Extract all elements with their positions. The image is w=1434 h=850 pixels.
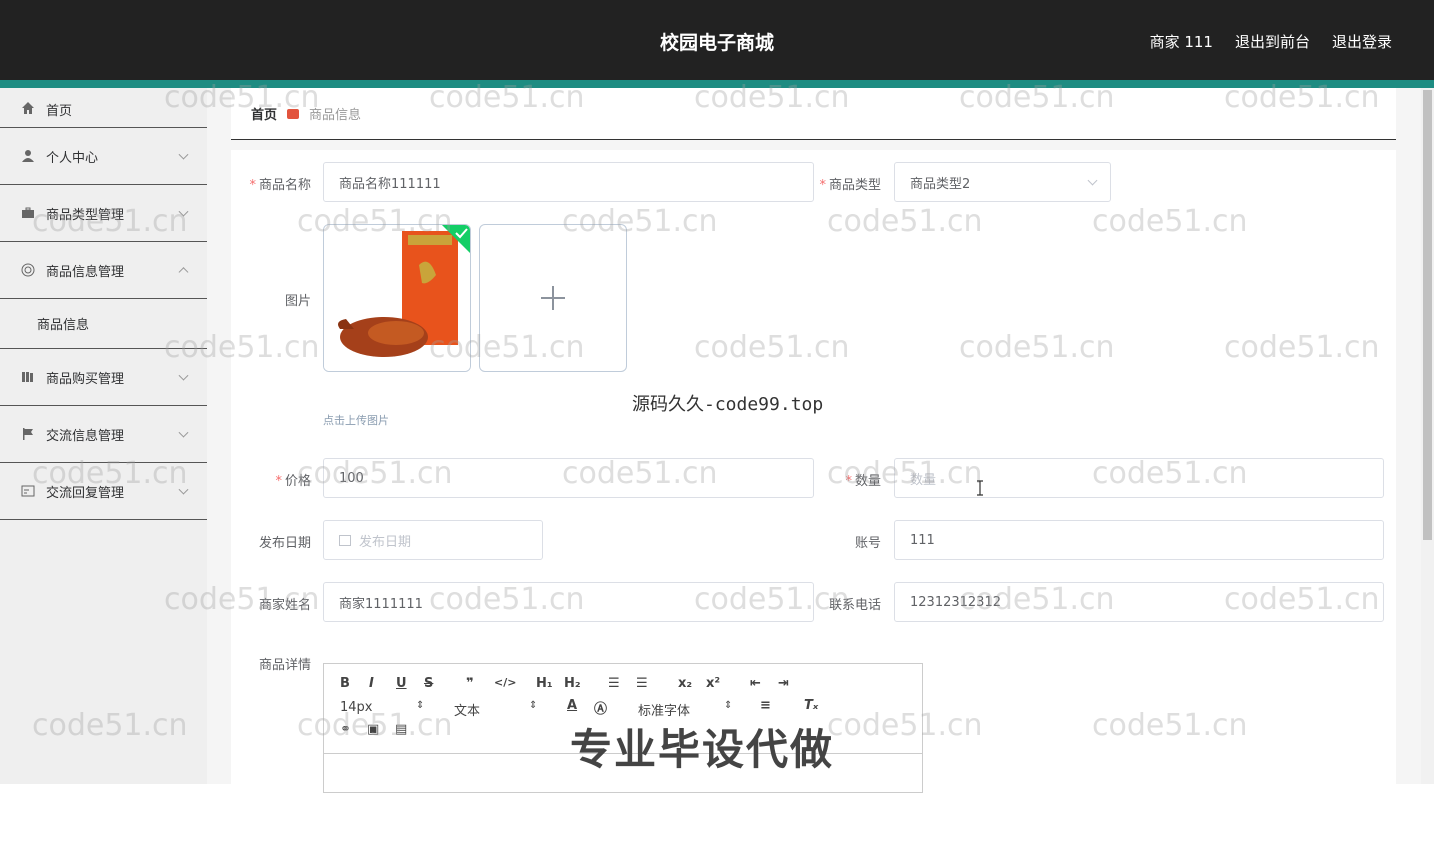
chevron-up-icon <box>178 267 189 278</box>
font-color-icon[interactable]: A <box>567 698 577 713</box>
sidebar-item-purchase-mgmt[interactable]: 商品购买管理 <box>0 349 207 406</box>
chevron-down-icon <box>178 206 189 217</box>
account-input[interactable]: 111 <box>894 520 1384 560</box>
gift-icon <box>287 108 300 119</box>
breadcrumb: 首页 商品信息 <box>231 88 1396 140</box>
sidebar-item-label: 个人中心 <box>46 150 99 166</box>
sidebar-item-label: 首页 <box>46 104 73 119</box>
logout-link[interactable]: 退出登录 <box>1332 31 1392 52</box>
header-accent-bar <box>0 80 1434 88</box>
heading1-icon[interactable]: H₁ <box>536 676 553 691</box>
ordered-list-icon[interactable]: ☰ <box>608 676 620 691</box>
code-icon[interactable]: </> <box>494 676 516 689</box>
top-header: 校园电子商城 商家 111 退出到前台 退出登录 <box>0 0 1434 88</box>
header-nav: 商家 111 退出到前台 退出登录 <box>1150 31 1392 52</box>
type-label: * 商品类型 <box>819 178 881 193</box>
sidebar-item-personal-center[interactable]: 个人中心 <box>0 128 207 185</box>
merchant-name-input[interactable]: 商家1111111 <box>323 582 814 622</box>
text-type-select[interactable]: 文本 <box>454 700 480 719</box>
sidebar-item-category-mgmt[interactable]: 商品类型管理 <box>0 185 207 242</box>
underline-icon[interactable]: U <box>396 676 407 691</box>
scrollbar-thumb[interactable] <box>1423 90 1432 540</box>
chevron-down-icon <box>1087 175 1098 186</box>
quantity-input[interactable]: 数量 <box>894 458 1384 498</box>
product-name-input[interactable]: 商品名称111111 <box>323 162 814 202</box>
video-icon[interactable]: ▤ <box>395 722 407 737</box>
price-label: * 价格 <box>275 474 311 489</box>
image-icon[interactable]: ▣ <box>367 722 379 737</box>
roast-duck-image <box>324 225 470 371</box>
plus-icon <box>541 286 565 310</box>
upload-button[interactable] <box>479 224 627 372</box>
message-icon <box>20 483 36 499</box>
strike-icon[interactable]: S <box>424 676 433 691</box>
chevron-down-icon <box>178 427 189 438</box>
sidebar-item-label: 商品类型管理 <box>46 207 125 223</box>
date-placeholder: 发布日期 <box>359 534 412 550</box>
home-icon <box>20 100 36 116</box>
updown-icon: ⇕ <box>529 700 538 711</box>
merchant-account-link[interactable]: 商家 111 <box>1150 31 1213 52</box>
qty-label: * 数量 <box>845 474 881 489</box>
account-label: 账号 <box>854 536 881 551</box>
promo-watermark-banner: 专业毕设代做 <box>570 725 835 774</box>
flag-icon <box>20 426 36 442</box>
phone-input[interactable]: 12312312312 <box>894 582 1384 622</box>
name-label: * 商品名称 <box>249 178 311 193</box>
bullet-list-icon[interactable]: ☰ <box>636 676 648 691</box>
breadcrumb-home[interactable]: 首页 <box>251 104 277 123</box>
uploaded-image-thumb[interactable] <box>323 224 471 372</box>
text-cursor-icon <box>977 480 983 496</box>
italic-icon[interactable]: I <box>369 676 374 691</box>
image-label: 图片 <box>284 294 311 309</box>
subscript-icon[interactable]: x₂ <box>678 676 692 691</box>
align-icon[interactable]: ≡ <box>760 698 771 713</box>
outdent-icon[interactable]: ⇤ <box>750 676 761 691</box>
heading2-icon[interactable]: H₂ <box>564 676 581 691</box>
page-scrollbar[interactable] <box>1421 88 1434 784</box>
site-watermark-banner: 源码久久-code99.top <box>632 394 824 415</box>
price-input[interactable]: 100 <box>323 458 814 498</box>
sidebar-item-label: 商品购买管理 <box>46 371 125 387</box>
date-label: 发布日期 <box>258 536 311 551</box>
merchant-name-label: 商家姓名 <box>258 598 311 613</box>
link-icon[interactable]: ⚭ <box>340 722 351 737</box>
updown-icon: ⇕ <box>724 700 733 711</box>
chevron-down-icon <box>178 484 189 495</box>
product-type-select[interactable]: 商品类型2 <box>894 162 1111 202</box>
chevron-down-icon <box>178 370 189 381</box>
briefcase-icon <box>20 205 36 221</box>
sidebar-item-reply-mgmt[interactable]: 交流回复管理 <box>0 463 207 520</box>
sidebar: 首页 个人中心 商品类型管理 商品信息管理 商品信息 商品购买管理 交流信息管理… <box>0 88 207 784</box>
superscript-icon[interactable]: x² <box>706 676 720 691</box>
quote-icon[interactable]: ❞ <box>466 676 474 691</box>
breadcrumb-current: 商品信息 <box>309 108 362 123</box>
detail-label: 商品详情 <box>258 658 311 673</box>
font-size-select[interactable]: 14px <box>340 700 373 715</box>
clear-format-icon[interactable]: Tₓ <box>804 698 818 713</box>
main-content: 首页 商品信息 * 商品名称 商品名称111111 * 商品类型 商品类型2 图片 <box>207 88 1421 850</box>
chevron-down-icon <box>178 149 189 160</box>
calendar-icon <box>339 534 351 546</box>
publish-date-picker[interactable]: 发布日期 <box>323 520 543 560</box>
upload-tip[interactable]: 点击上传图片 <box>323 412 389 428</box>
exit-to-front-link[interactable]: 退出到前台 <box>1235 31 1310 52</box>
circle-icon <box>20 262 36 278</box>
sidebar-item-home[interactable]: 首页 <box>0 88 207 128</box>
indent-icon[interactable]: ⇥ <box>778 676 789 691</box>
phone-label: 联系电话 <box>828 598 881 613</box>
sidebar-subitem-product-info[interactable]: 商品信息 <box>0 299 207 349</box>
user-icon <box>20 148 36 164</box>
sidebar-item-label: 商品信息管理 <box>46 264 125 280</box>
bold-icon[interactable]: B <box>340 676 350 691</box>
sidebar-item-label: 交流信息管理 <box>46 428 125 444</box>
product-type-value: 商品类型2 <box>910 176 971 192</box>
background-color-icon[interactable]: Ⓐ <box>594 698 607 717</box>
sidebar-item-product-info-mgmt[interactable]: 商品信息管理 <box>0 242 207 299</box>
sidebar-item-label: 交流回复管理 <box>46 485 125 501</box>
book-icon <box>20 369 36 385</box>
sidebar-item-message-mgmt[interactable]: 交流信息管理 <box>0 406 207 463</box>
updown-icon: ⇕ <box>416 700 425 711</box>
